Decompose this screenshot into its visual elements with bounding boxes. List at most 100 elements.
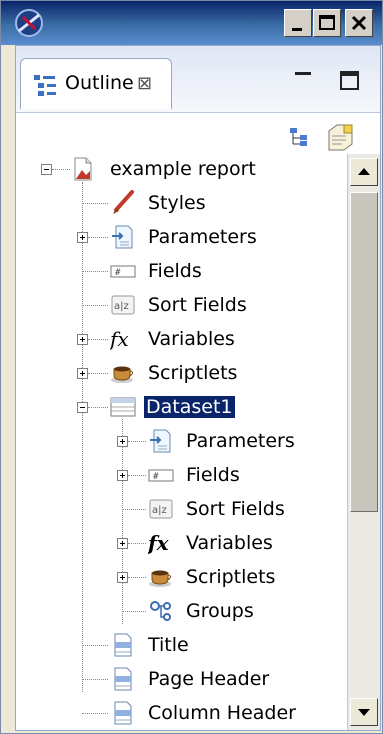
vertical-scrollbar[interactable] <box>347 154 380 730</box>
svg-text:fx: fx <box>148 531 170 555</box>
tree-connector <box>82 679 108 680</box>
scriptlets-icon <box>149 570 171 587</box>
tree-node-label: Fields <box>186 464 240 486</box>
tree-node-label: Page Header <box>148 668 270 690</box>
expand-icon[interactable] <box>117 436 128 447</box>
tree-node-dataset-parameters[interactable]: Parameters <box>16 426 346 456</box>
styles-icon <box>113 190 134 214</box>
tree-connector <box>82 271 108 272</box>
tree-node-dataset1[interactable]: Dataset1 <box>16 392 346 422</box>
arrow-down-icon <box>358 709 370 716</box>
close-window-button[interactable] <box>345 9 373 37</box>
expand-icon[interactable] <box>77 232 88 243</box>
minimize-icon <box>292 28 302 31</box>
tree-connector <box>128 543 146 544</box>
variables-icon: fx <box>110 327 129 351</box>
report-icon <box>74 157 92 181</box>
tree-node-styles[interactable]: Styles <box>16 188 346 218</box>
tree-node-label: Title <box>148 634 189 656</box>
tree-connector <box>128 441 146 442</box>
expand-icon[interactable] <box>117 572 128 583</box>
collapse-icon[interactable] <box>41 164 52 175</box>
tree-connector <box>82 203 108 204</box>
tree-connector <box>88 339 108 340</box>
scroll-down-button[interactable] <box>350 698 378 726</box>
tree-connector <box>82 305 108 306</box>
variables-icon: fx <box>148 531 170 555</box>
close-icon <box>351 15 367 31</box>
tree-connector <box>82 713 108 714</box>
fields-icon: # <box>148 469 174 482</box>
band-icon <box>114 667 132 691</box>
scroll-thumb[interactable] <box>350 192 378 512</box>
tree-node-label: Parameters <box>148 226 257 248</box>
collapse-icon[interactable] <box>77 402 88 413</box>
tree-connector <box>128 475 146 476</box>
tree-node-dataset-sort-fields[interactable]: a|z Sort Fields <box>16 494 346 524</box>
title-bar[interactable] <box>1 1 382 45</box>
svg-text:#: # <box>153 472 159 482</box>
tree-node-label: Dataset1 <box>144 396 235 418</box>
expand-icon[interactable] <box>117 470 128 481</box>
expand-icon[interactable] <box>117 538 128 549</box>
expand-icon[interactable] <box>77 368 88 379</box>
tree-connector <box>88 373 108 374</box>
maximize-window-button[interactable] <box>313 9 341 37</box>
tab-close-icon[interactable]: ⊠ <box>137 73 152 94</box>
parameters-icon <box>112 225 133 249</box>
tree-node-dataset-fields[interactable]: # Fields <box>16 460 346 490</box>
tree-node-page-header[interactable]: Page Header <box>16 664 346 694</box>
tree-node-dataset-scriptlets[interactable]: Scriptlets <box>16 562 346 592</box>
view-minimize-button[interactable] <box>293 64 313 84</box>
tree-node-label: Parameters <box>186 430 295 452</box>
band-icon <box>114 701 132 725</box>
tree-node-label: Variables <box>148 328 235 350</box>
tree-connector <box>52 169 70 170</box>
tab-outline-label: Outline <box>65 72 134 94</box>
expand-icon[interactable] <box>77 334 88 345</box>
tree-node-label: Column Header <box>148 702 296 724</box>
tree-node-label: Scriptlets <box>186 566 276 588</box>
outline-overview-icon[interactable] <box>326 122 356 152</box>
band-icon <box>114 633 132 657</box>
tree-node-column-header[interactable]: Column Header <box>16 698 346 728</box>
tree-node-label: Fields <box>148 260 202 282</box>
svg-text:a|z: a|z <box>114 301 129 312</box>
tree-node-label: example report <box>110 158 256 180</box>
app-icon <box>15 9 43 37</box>
minimize-window-button[interactable] <box>284 9 312 37</box>
arrow-up-icon <box>358 168 370 175</box>
outline-window: Outline ⊠ example report Styles Paramete… <box>0 0 383 734</box>
tree-node-label: Variables <box>186 532 273 554</box>
scroll-up-button[interactable] <box>350 158 378 186</box>
tree-node-label: Sort Fields <box>148 294 247 316</box>
tree-node-dataset-groups[interactable]: Groups <box>16 596 346 626</box>
sort-fields-icon: a|z <box>149 499 173 519</box>
tree-mode-icon[interactable] <box>288 126 310 148</box>
tree-connector <box>122 611 146 612</box>
svg-text:a|z: a|z <box>152 505 167 516</box>
scriptlets-icon <box>111 366 133 383</box>
view-tab-row: Outline ⊠ <box>16 46 380 113</box>
tree-connector <box>122 509 146 510</box>
svg-text:#: # <box>115 268 121 278</box>
tree-node-parameters[interactable]: Parameters <box>16 222 346 252</box>
tree-node-fields[interactable]: # Fields <box>16 256 346 286</box>
tree-node-label: Styles <box>148 192 206 214</box>
tree-node-scriptlets[interactable]: Scriptlets <box>16 358 346 388</box>
tree-node-variables[interactable]: fx Variables <box>16 324 346 354</box>
outline-view: Outline ⊠ example report Styles Paramete… <box>15 45 381 731</box>
tree-connector <box>82 645 108 646</box>
dataset-icon <box>110 397 136 417</box>
maximize-icon <box>319 15 335 30</box>
tree-node-label: Groups <box>186 600 254 622</box>
tree-node-dataset-variables[interactable]: fx Variables <box>16 528 346 558</box>
outline-tree[interactable]: example report Styles Parameters # Field… <box>16 154 346 730</box>
tree-node-example-report[interactable]: example report <box>16 154 346 184</box>
view-maximize-button[interactable] <box>339 70 361 92</box>
svg-text:fx: fx <box>110 327 129 351</box>
tab-outline[interactable]: Outline ⊠ <box>20 58 172 109</box>
tree-connector <box>128 577 146 578</box>
tree-node-title[interactable]: Title <box>16 630 346 660</box>
tree-node-sort-fields[interactable]: a|z Sort Fields <box>16 290 346 320</box>
